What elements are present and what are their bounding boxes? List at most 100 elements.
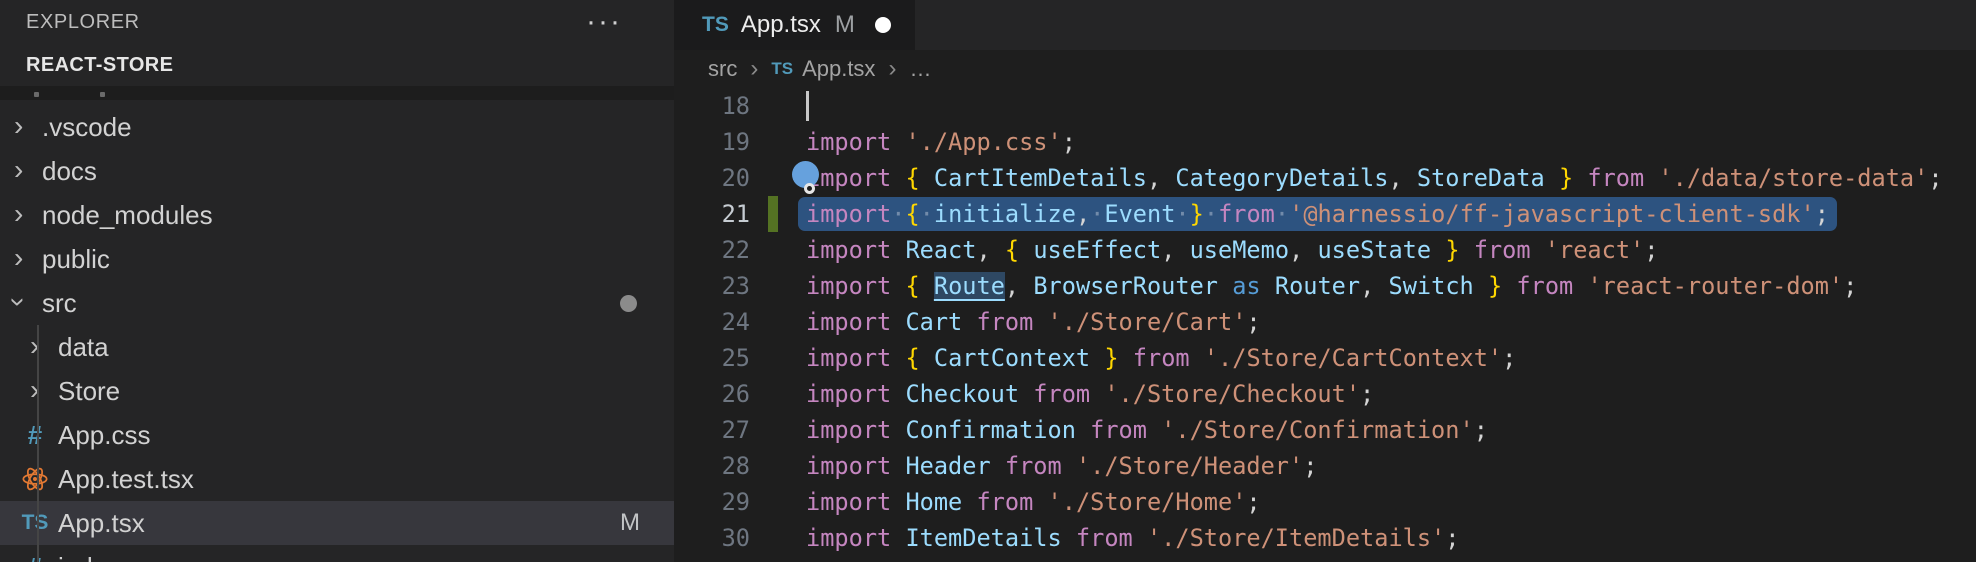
code-text: import './App.css'; <box>806 124 1076 160</box>
tab-bar[interactable]: TS App.tsx M <box>674 0 1976 50</box>
react-file-icon <box>18 465 52 500</box>
tree-item-label: docs <box>42 156 97 187</box>
text-cursor <box>806 91 809 121</box>
tree-item-public[interactable]: › public <box>0 237 674 281</box>
tab-git-modified-badge: M <box>835 11 855 39</box>
code-text: import { Route, BrowserRouter as Router,… <box>806 268 1857 304</box>
code-line-26[interactable]: 26 import Checkout from './Store/Checkout… <box>674 376 1976 412</box>
line-number[interactable]: 23 <box>674 268 750 304</box>
code-line-28[interactable]: 28 import Header from './Store/Header'; <box>674 448 1976 484</box>
line-number[interactable]: 19 <box>674 124 750 160</box>
typescript-file-icon: TS <box>702 13 729 37</box>
code-line-24[interactable]: 24 import Cart from './Store/Cart'; <box>674 304 1976 340</box>
clipped-row-fragment <box>34 92 39 97</box>
line-number[interactable]: 29 <box>674 484 750 520</box>
chevron-right-icon[interactable]: › <box>14 148 23 192</box>
code-line-25[interactable]: 25 import { CartContext } from './Store/C… <box>674 340 1976 376</box>
line-number[interactable]: 22 <box>674 232 750 268</box>
chevron-right-icon[interactable]: › <box>14 104 23 148</box>
code-text: import Cart from './Store/Cart'; <box>806 304 1261 340</box>
line-number[interactable]: 20 <box>674 160 750 196</box>
explorer-more-actions-icon[interactable]: ··· <box>586 2 622 42</box>
tree-item--vscode[interactable]: › .vscode <box>0 105 674 149</box>
tree-item-app-test-tsx[interactable]: App.test.tsx <box>0 457 674 501</box>
tree-scroll-sliver <box>0 86 674 100</box>
code-text: import { CartItemDetails, CategoryDetail… <box>806 160 1943 196</box>
file-tree: ›.vscode›docs›node_modules›public›src›da… <box>0 105 674 562</box>
line-number[interactable]: 30 <box>674 520 750 556</box>
code-text: import ItemDetails from './Store/ItemDet… <box>806 520 1460 556</box>
unsaved-changes-dot-icon <box>620 295 637 312</box>
git-added-gutter-bar <box>768 196 778 232</box>
tree-item-label: public <box>42 244 110 275</box>
explorer-sidebar: EXPLORER ··· REACT-STORE › .vscode › docs › n… <box>0 0 674 562</box>
chevron-down-icon[interactable]: › <box>0 297 41 306</box>
tree-item-label: .vscode <box>42 112 132 143</box>
typescript-file-icon: TS <box>771 59 793 79</box>
tree-item-label: index.css <box>58 552 166 562</box>
tree-item-app-tsx[interactable]: TSApp.tsx M <box>0 501 674 545</box>
tree-item-data[interactable]: ›data <box>0 325 674 369</box>
breadcrumb-item-src[interactable]: src <box>708 56 737 82</box>
git-modified-badge: M <box>620 509 640 537</box>
css-file-icon: # <box>18 420 52 451</box>
code-line-30[interactable]: 30 import ItemDetails from './Store/ItemD… <box>674 520 1976 556</box>
chevron-right-icon[interactable]: › <box>14 192 23 236</box>
line-number[interactable]: 21 <box>674 196 750 232</box>
css-file-icon: # <box>18 552 52 562</box>
clipped-row-fragment <box>100 92 105 97</box>
line-number[interactable]: 18 <box>674 88 750 124</box>
explorer-title: EXPLORER <box>26 11 140 34</box>
code-line-20[interactable]: 20 import { CartItemDetails, CategoryDeta… <box>674 160 1976 196</box>
code-line-21[interactable]: 21 import·{·initialize,·Event·}·from·'@ha… <box>674 196 1976 232</box>
code-text: import·{·initialize,·Event·}·from·'@harn… <box>806 196 1829 232</box>
line-number[interactable]: 28 <box>674 448 750 484</box>
tree-item-node_modules[interactable]: › node_modules <box>0 193 674 237</box>
code-line-19[interactable]: 19 import './App.css'; <box>674 124 1976 160</box>
tab-app-tsx[interactable]: TS App.tsx M <box>674 0 915 50</box>
breadcrumb-item-app-tsx[interactable]: App.tsx <box>802 56 875 82</box>
line-number[interactable]: 24 <box>674 304 750 340</box>
code-line-18[interactable]: 18 <box>674 88 1976 124</box>
tree-item-label: App.test.tsx <box>58 464 194 495</box>
tree-item-label: App.css <box>58 420 151 451</box>
breadcrumb: src › TS App.tsx › … <box>674 50 1976 88</box>
tab-dirty-dot-icon[interactable] <box>875 17 891 33</box>
chevron-right-icon[interactable]: › <box>14 236 23 280</box>
tab-title: App.tsx <box>741 11 821 39</box>
tree-item-label: src <box>42 288 77 319</box>
line-number[interactable]: 27 <box>674 412 750 448</box>
code-line-23[interactable]: 23 import { Route, BrowserRouter as Route… <box>674 268 1976 304</box>
breadcrumb-separator-icon: › <box>888 52 896 86</box>
code-text: import Home from './Store/Home'; <box>806 484 1261 520</box>
code-line-27[interactable]: 27import Confirmation from './Store/Conf… <box>674 412 1976 448</box>
line-number[interactable]: 25 <box>674 340 750 376</box>
vscode-window: EXPLORER ··· REACT-STORE › .vscode › docs › n… <box>0 0 1976 562</box>
code-line-22[interactable]: 22 import React, { useEffect, useMemo, us… <box>674 232 1976 268</box>
code-editor[interactable]: 1819 import './App.css'; 20 import { CartIt… <box>674 88 1976 556</box>
tree-item-label: Store <box>58 376 120 407</box>
tree-item-docs[interactable]: › docs <box>0 149 674 193</box>
tree-item-src[interactable]: ›src <box>0 281 674 325</box>
workspace-section-header[interactable]: REACT-STORE <box>0 44 674 86</box>
code-text: import Checkout from './Store/Checkout'; <box>806 376 1374 412</box>
breadcrumb-separator-icon: › <box>750 52 758 86</box>
tree-item-label: data <box>58 332 109 363</box>
remote-cursor-ring-icon <box>804 183 815 194</box>
code-line-29[interactable]: 29 import Home from './Store/Home'; <box>674 484 1976 520</box>
tree-item-label: node_modules <box>42 200 213 231</box>
typescript-file-icon: TS <box>18 511 52 535</box>
tree-item-app-css[interactable]: #App.css <box>0 413 674 457</box>
code-text: import React, { useEffect, useMemo, useS… <box>806 232 1658 268</box>
tree-item-index-css[interactable]: # index.css <box>0 545 674 562</box>
code-text: import Header from './Store/Header'; <box>806 448 1317 484</box>
tree-indent-guide <box>37 325 39 562</box>
line-number[interactable]: 26 <box>674 376 750 412</box>
breadcrumb-item-symbols[interactable]: … <box>909 56 931 82</box>
tree-item-label: App.tsx <box>58 508 145 539</box>
explorer-header: EXPLORER ··· <box>0 0 674 44</box>
tree-item-store[interactable]: ›Store <box>0 369 674 413</box>
code-text: import { CartContext } from './Store/Car… <box>806 340 1516 376</box>
workspace-title: REACT-STORE <box>26 54 173 77</box>
editor-group: TS App.tsx M src › TS App.tsx › … 1819 import … <box>674 0 1976 562</box>
